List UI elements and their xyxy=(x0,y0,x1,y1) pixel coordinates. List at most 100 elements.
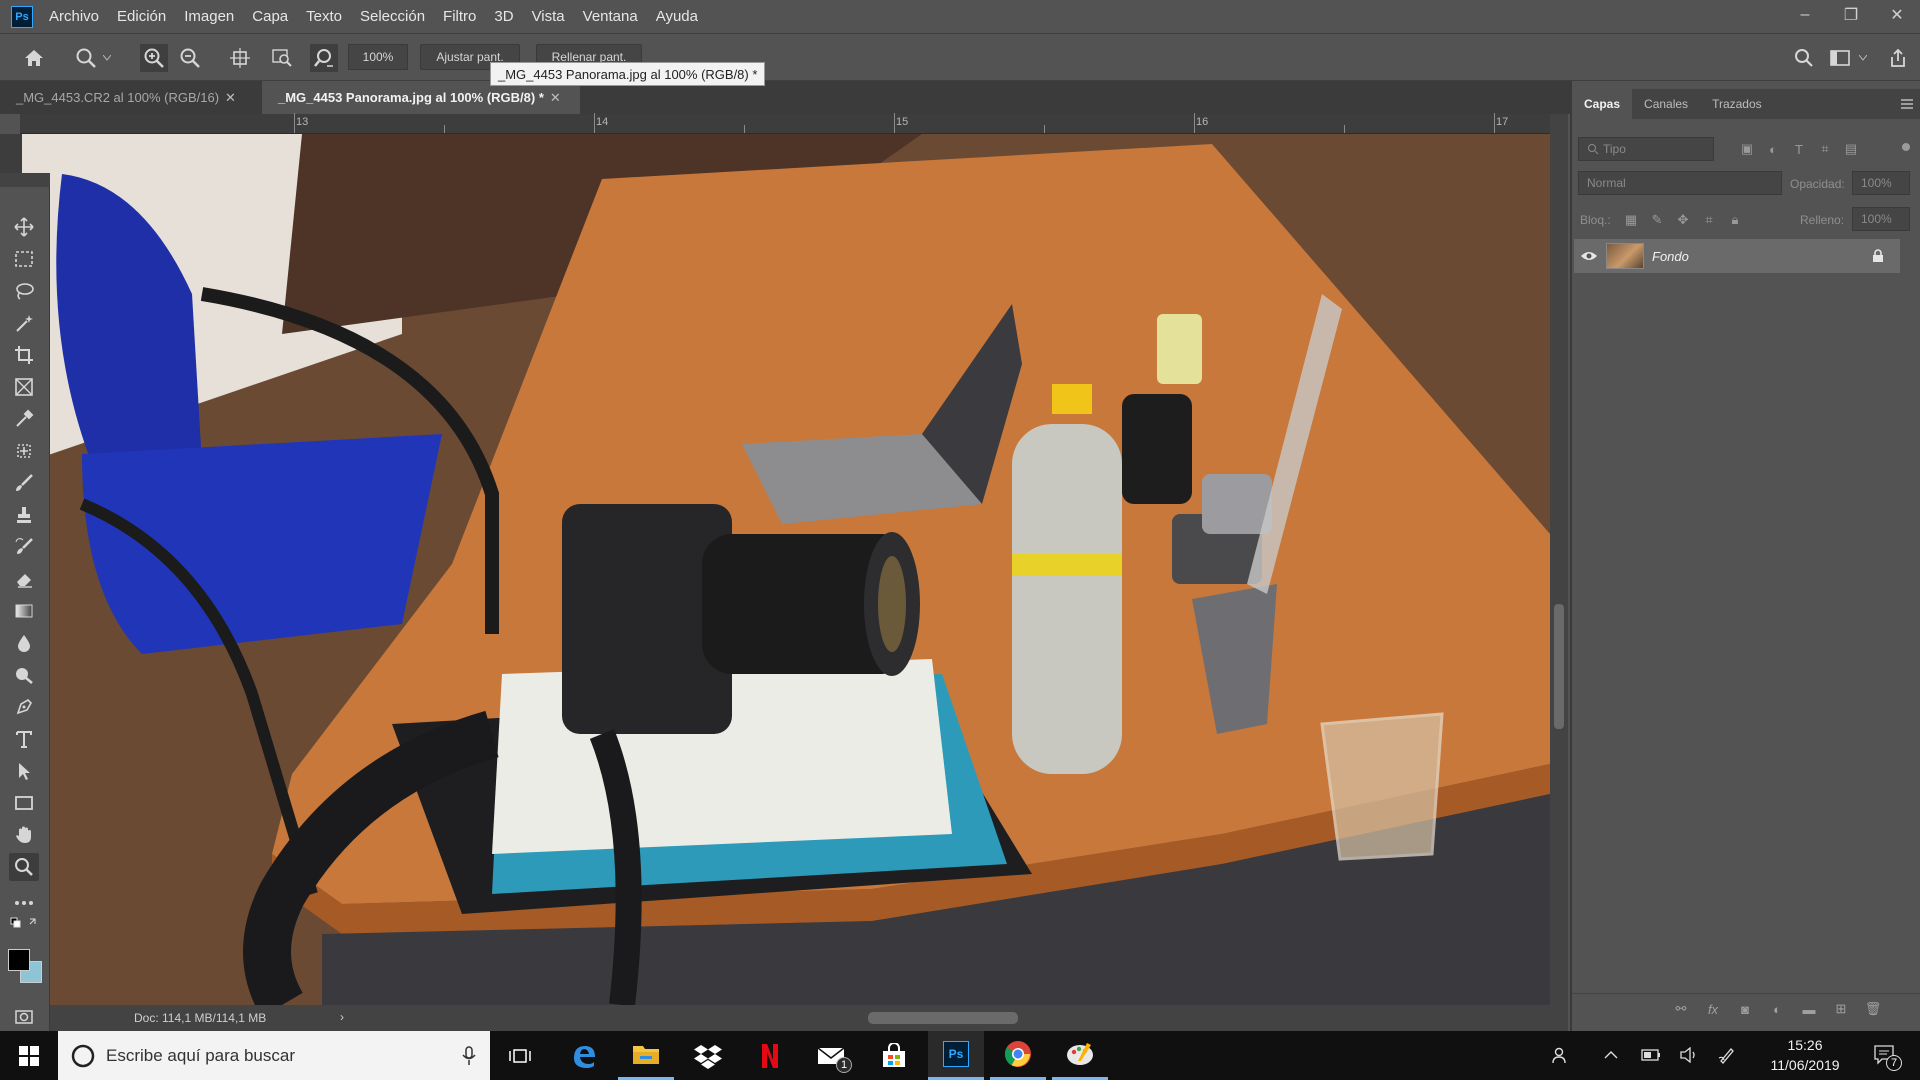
dropbox-icon[interactable] xyxy=(680,1031,736,1080)
pixel-layer-filter-icon[interactable]: ▣ xyxy=(1738,140,1756,158)
doc-size-info[interactable]: Doc: 114,1 MB/114,1 MB xyxy=(134,1011,266,1025)
horizontal-scroll-thumb[interactable] xyxy=(868,1012,1018,1024)
close-tab-icon[interactable]: ✕ xyxy=(550,90,561,106)
scrubby-zoom-icon[interactable] xyxy=(310,44,338,72)
panel-menu-icon[interactable] xyxy=(1900,97,1914,109)
layer-style-fx-icon[interactable]: fx xyxy=(1704,1001,1722,1017)
tab-canales[interactable]: Canales xyxy=(1632,89,1700,119)
menu-capa[interactable]: Capa xyxy=(252,8,288,25)
new-group-folder-icon[interactable]: ▬ xyxy=(1800,1001,1818,1017)
paint-app-icon[interactable] xyxy=(1052,1031,1108,1080)
zoom-tool-preset-icon[interactable] xyxy=(72,44,100,72)
history-brush-tool-icon[interactable] xyxy=(9,533,39,561)
vertical-scrollbar[interactable] xyxy=(1550,114,1568,1005)
taskbar-search-box[interactable]: Escribe aquí para buscar xyxy=(58,1031,490,1080)
rectangle-tool-icon[interactable] xyxy=(9,789,39,817)
battery-icon[interactable] xyxy=(1640,1045,1662,1065)
healing-brush-tool-icon[interactable] xyxy=(9,437,39,465)
menu-vista[interactable]: Vista xyxy=(532,8,565,25)
netflix-icon[interactable] xyxy=(742,1031,798,1080)
path-selection-tool-icon[interactable] xyxy=(9,757,39,785)
photoshop-logo-icon[interactable]: Ps xyxy=(11,5,33,28)
menu-imagen[interactable]: Imagen xyxy=(184,8,234,25)
vertical-scroll-thumb[interactable] xyxy=(1554,604,1564,729)
menu-seleccion[interactable]: Selección xyxy=(360,8,425,25)
menu-archivo[interactable]: Archivo xyxy=(49,8,99,25)
brush-tool-icon[interactable] xyxy=(9,469,39,497)
swap-colors-icon[interactable] xyxy=(9,915,39,931)
windows-start-button[interactable] xyxy=(0,1031,58,1080)
eyedropper-tool-icon[interactable] xyxy=(9,405,39,433)
smart-object-filter-icon[interactable]: ▤ xyxy=(1842,140,1860,158)
magic-wand-tool-icon[interactable] xyxy=(9,309,39,337)
quick-mask-icon[interactable] xyxy=(9,1003,39,1031)
resize-windows-icon[interactable] xyxy=(226,44,254,72)
lock-all-icon[interactable]: 🔒︎ xyxy=(1726,211,1744,229)
menu-edicion[interactable]: Edición xyxy=(117,8,166,25)
foreground-color-swatch[interactable] xyxy=(8,949,30,971)
mail-icon[interactable]: 1 xyxy=(804,1031,860,1080)
filter-toggle-icon[interactable] xyxy=(1902,143,1910,151)
menu-3d[interactable]: 3D xyxy=(494,8,513,25)
tools-panel-header[interactable] xyxy=(0,173,50,187)
home-icon[interactable] xyxy=(20,44,48,72)
task-view-icon[interactable] xyxy=(492,1031,548,1080)
lock-transparent-pixels-icon[interactable]: ▦ xyxy=(1622,211,1640,229)
minimize-button[interactable]: – xyxy=(1782,0,1828,30)
pen-tool-icon[interactable] xyxy=(9,693,39,721)
people-icon[interactable] xyxy=(1550,1045,1572,1065)
restore-button[interactable]: ❐ xyxy=(1828,0,1874,30)
type-layer-filter-icon[interactable]: T xyxy=(1790,140,1808,158)
taskbar-clock[interactable]: 15:26 11/06/2019 xyxy=(1755,1035,1855,1075)
file-explorer-icon[interactable] xyxy=(618,1031,674,1080)
add-mask-icon[interactable]: ◙ xyxy=(1736,1001,1754,1017)
shape-layer-filter-icon[interactable]: ⌗ xyxy=(1816,140,1834,158)
menu-ayuda[interactable]: Ayuda xyxy=(656,8,698,25)
tab-mg-4453-cr2[interactable]: _MG_4453.CR2 al 100% (RGB/16) ✕ xyxy=(0,81,262,114)
chevron-up-icon[interactable] xyxy=(1600,1045,1622,1065)
adjustment-layer-filter-icon[interactable]: ◐ xyxy=(1764,140,1782,158)
lock-position-icon[interactable]: ✥ xyxy=(1674,211,1692,229)
share-icon[interactable] xyxy=(1884,44,1912,72)
zoom-out-icon[interactable] xyxy=(176,44,204,72)
menu-texto[interactable]: Texto xyxy=(306,8,342,25)
blur-tool-icon[interactable] xyxy=(9,629,39,657)
layer-filter-select[interactable]: Tipo xyxy=(1578,137,1714,161)
lock-artboard-icon[interactable]: ⌗ xyxy=(1700,211,1718,229)
marquee-tool-icon[interactable] xyxy=(9,245,39,273)
delete-layer-trash-icon[interactable]: 🗑︎ xyxy=(1864,1001,1882,1017)
type-tool-icon[interactable] xyxy=(9,725,39,753)
photoshop-taskbar-icon[interactable]: Ps xyxy=(928,1031,984,1080)
move-tool-icon[interactable] xyxy=(9,213,39,241)
lasso-tool-icon[interactable] xyxy=(9,277,39,305)
layer-name[interactable]: Fondo xyxy=(1652,249,1689,264)
eraser-tool-icon[interactable] xyxy=(9,565,39,593)
hand-tool-icon[interactable] xyxy=(9,821,39,849)
zoom-all-windows-icon[interactable] xyxy=(268,44,296,72)
workspace-icon[interactable] xyxy=(1826,44,1854,72)
zoom-in-icon[interactable] xyxy=(140,44,168,72)
frame-tool-icon[interactable] xyxy=(9,373,39,401)
volume-icon[interactable] xyxy=(1678,1045,1700,1065)
pen-workspace-icon[interactable] xyxy=(1716,1045,1738,1065)
tab-capas[interactable]: Capas xyxy=(1572,89,1633,119)
crop-tool-icon[interactable] xyxy=(9,341,39,369)
tab-trazados[interactable]: Trazados xyxy=(1700,89,1774,119)
gradient-tool-icon[interactable] xyxy=(9,597,39,625)
status-menu-arrow-icon[interactable]: › xyxy=(340,1010,344,1024)
opacity-field[interactable]: 100% xyxy=(1852,171,1910,195)
edge-browser-icon[interactable] xyxy=(556,1031,612,1080)
dodge-tool-icon[interactable] xyxy=(9,661,39,689)
new-layer-icon[interactable]: ⊞ xyxy=(1832,1001,1850,1017)
menu-ventana[interactable]: Ventana xyxy=(583,8,638,25)
lock-image-pixels-icon[interactable]: ✎ xyxy=(1648,211,1666,229)
zoom-tool-icon[interactable] xyxy=(9,853,39,881)
close-button[interactable]: ✕ xyxy=(1874,0,1920,30)
more-tools-icon[interactable] xyxy=(9,889,39,917)
layer-row-fondo[interactable]: Fondo xyxy=(1574,239,1900,273)
chevron-down-icon[interactable] xyxy=(100,44,114,72)
action-center-icon[interactable]: 7 xyxy=(1870,1045,1902,1071)
fill-field[interactable]: 100% xyxy=(1852,207,1910,231)
clone-stamp-tool-icon[interactable] xyxy=(9,501,39,529)
visibility-eye-icon[interactable] xyxy=(1580,249,1598,263)
